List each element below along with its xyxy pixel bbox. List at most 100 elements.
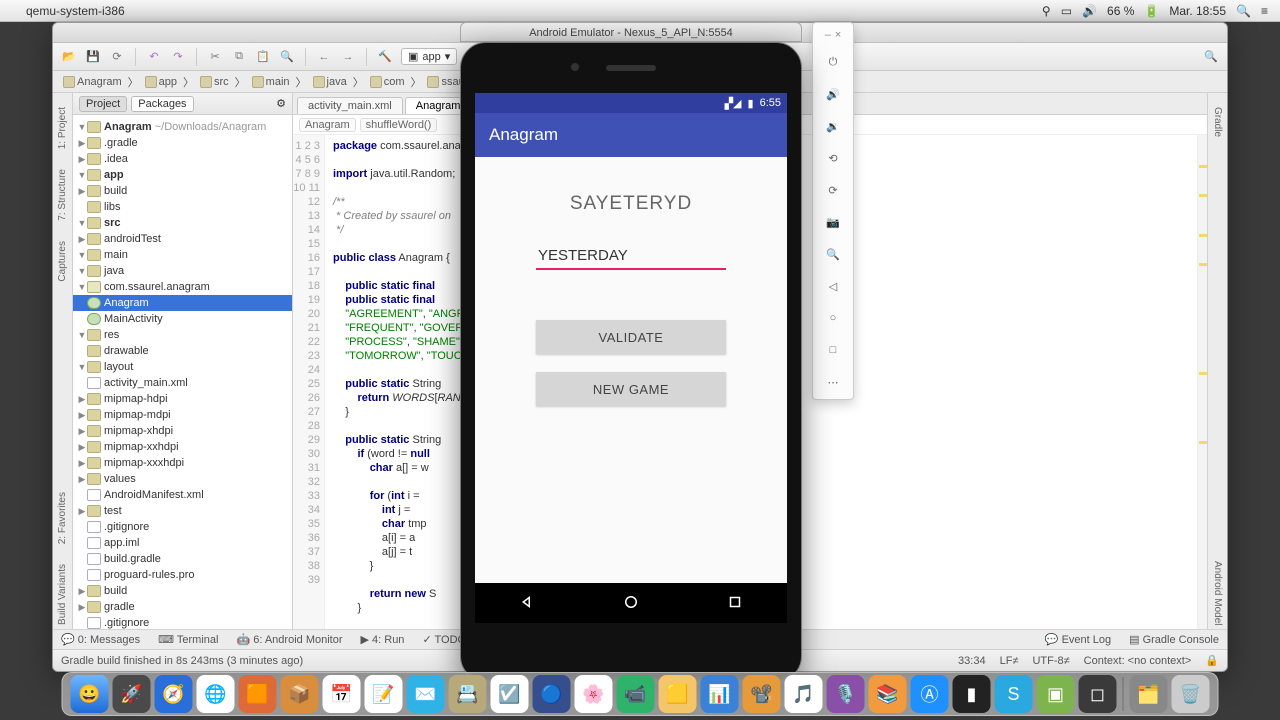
make-icon[interactable]: 🔨 [377, 49, 393, 65]
tw-run[interactable]: ▶ 4: Run [361, 633, 405, 646]
crumb-4[interactable]: java [309, 76, 351, 88]
undo-icon[interactable]: ↶ [146, 49, 162, 65]
save-icon[interactable]: 💾 [85, 49, 101, 65]
dock-calendar[interactable]: 📅 [323, 675, 361, 713]
emu-rotate-left-icon[interactable]: ⟲ [822, 147, 844, 169]
gutter-project[interactable]: 1: Project [55, 103, 70, 153]
emu-close-icon[interactable]: × [835, 29, 841, 41]
dock-photos[interactable]: 🌸 [575, 675, 613, 713]
newgame-button[interactable]: NEW GAME [536, 372, 726, 406]
dock-skype[interactable]: S [995, 675, 1033, 713]
answer-input[interactable] [536, 243, 726, 270]
dock-finder[interactable]: 😀 [71, 675, 109, 713]
tw-event-log[interactable]: 💬 Event Log [1045, 633, 1111, 646]
dock-androidstudio[interactable]: ▣ [1037, 675, 1075, 713]
dock-appstore[interactable]: Ⓐ [911, 675, 949, 713]
battery-icon[interactable]: 🔋 [1144, 4, 1159, 18]
gutter-favorites[interactable]: 2: Favorites [55, 488, 70, 548]
emu-home-icon[interactable]: ○ [822, 307, 844, 329]
dock-chrome[interactable]: 🌐 [197, 675, 235, 713]
paste-icon[interactable]: 📋 [255, 49, 271, 65]
copy-icon[interactable]: ⧉ [231, 49, 247, 65]
emulator-titlebar[interactable]: Android Emulator - Nexus_5_API_N:5554 [460, 22, 802, 42]
spotlight-icon[interactable]: 🔍 [1236, 4, 1251, 18]
find-icon[interactable]: 🔍 [279, 49, 295, 65]
nav-recent-icon[interactable] [726, 593, 744, 614]
crumb-5[interactable]: com [366, 76, 409, 88]
status-encoding[interactable]: UTF-8≠ [1032, 655, 1069, 667]
dock-keynote[interactable]: 📽️ [743, 675, 781, 713]
dock-app1[interactable]: 🟧 [239, 675, 277, 713]
emu-overview-icon[interactable]: □ [822, 339, 844, 361]
run-config-selector[interactable]: ▣ app ▾ [401, 48, 457, 65]
emu-minimize-icon[interactable]: – [825, 29, 831, 41]
sync-icon[interactable]: ⟳ [109, 49, 125, 65]
gutter-gradle[interactable]: Gradle [1210, 103, 1225, 141]
dock-numbers[interactable]: 📊 [701, 675, 739, 713]
phone-screen[interactable]: ▞◢ ▮ 6:55 Anagram SAYETERYD VALIDATE NEW… [475, 93, 787, 623]
dock-app5[interactable]: ◻ [1079, 675, 1117, 713]
crumb-2[interactable]: src [196, 76, 233, 88]
nav-home-icon[interactable] [622, 593, 640, 614]
menubar-clock[interactable]: Mar. 18:55 [1169, 4, 1226, 18]
cut-icon[interactable]: ✂ [207, 49, 223, 65]
emu-camera-icon[interactable]: 📷 [822, 211, 844, 233]
emu-back-icon[interactable]: ◁ [822, 275, 844, 297]
dock-notes[interactable]: 📝 [365, 675, 403, 713]
status-caret[interactable]: 33:34 [958, 655, 986, 667]
dock-itunes[interactable]: 🎵 [785, 675, 823, 713]
editor-tab-activity[interactable]: activity_main.xml [297, 97, 403, 114]
tw-gradle-console[interactable]: ▤ Gradle Console [1129, 633, 1219, 646]
project-tab-project[interactable]: Project [79, 96, 127, 112]
tw-monitor[interactable]: 🤖 6: Android Monitor [236, 633, 342, 646]
editor-crumb-method[interactable]: shuffleWord() [360, 118, 438, 132]
dock-app2[interactable]: 📦 [281, 675, 319, 713]
notification-icon[interactable]: ≡ [1261, 4, 1268, 18]
tw-messages[interactable]: 💬 0: Messages [61, 633, 140, 646]
gutter-build-variants[interactable]: Build Variants [55, 560, 70, 629]
nav-back-icon[interactable] [518, 593, 536, 614]
dock-reminders[interactable]: ☑️ [491, 675, 529, 713]
dock-launchpad[interactable]: 🚀 [113, 675, 151, 713]
dock-facetime[interactable]: 📹 [617, 675, 655, 713]
emu-power-icon[interactable]: ⏻ [822, 51, 844, 73]
dock-podcast[interactable]: 🎙️ [827, 675, 865, 713]
status-linesep[interactable]: LF≠ [1000, 655, 1019, 667]
dock-stack[interactable]: 🗂️ [1130, 675, 1168, 713]
editor-crumb-class[interactable]: Anagram [299, 118, 356, 132]
status-lock-icon[interactable]: 🔒 [1205, 654, 1219, 667]
airplay-icon[interactable]: ▭ [1061, 4, 1072, 18]
dock-trash[interactable]: 🗑️ [1172, 675, 1210, 713]
project-tree[interactable]: ▼Anagram ~/Downloads/Anagram ▶.gradle ▶.… [73, 115, 292, 629]
emu-more-icon[interactable]: ⋯ [822, 371, 844, 393]
dock-contacts[interactable]: 📇 [449, 675, 487, 713]
gutter-structure[interactable]: 7: Structure [55, 165, 70, 225]
status-context[interactable]: Context: <no context> [1084, 655, 1192, 667]
open-icon[interactable]: 📂 [61, 49, 77, 65]
wifi-icon[interactable]: ⚲ [1042, 4, 1051, 18]
redo-icon[interactable]: ↷ [170, 49, 186, 65]
emu-zoom-icon[interactable]: 🔍 [822, 243, 844, 265]
emu-rotate-right-icon[interactable]: ⟳ [822, 179, 844, 201]
tw-terminal[interactable]: ⌨ Terminal [158, 633, 218, 646]
marker-strip[interactable] [1197, 135, 1207, 629]
dock-ibooks[interactable]: 📚 [869, 675, 907, 713]
dock-app4[interactable]: 🟨 [659, 675, 697, 713]
dock-terminal[interactable]: ▮ [953, 675, 991, 713]
crumb-1[interactable]: app [141, 76, 181, 88]
emu-voldown-icon[interactable]: 🔉 [822, 115, 844, 137]
emu-volup-icon[interactable]: 🔊 [822, 83, 844, 105]
dock-app3[interactable]: 🔵 [533, 675, 571, 713]
crumb-3[interactable]: main [248, 76, 294, 88]
dock-mail[interactable]: ✉️ [407, 675, 445, 713]
forward-icon[interactable]: → [340, 49, 356, 65]
volume-icon[interactable]: 🔊 [1082, 4, 1097, 18]
gutter-captures[interactable]: Captures [55, 237, 70, 286]
menubar-app-name[interactable]: qemu-system-i386 [26, 4, 125, 18]
validate-button[interactable]: VALIDATE [536, 320, 726, 354]
panel-gear-icon[interactable]: ⚙ [276, 97, 286, 110]
crumb-0[interactable]: Anagram [59, 76, 126, 88]
project-tab-packages[interactable]: Packages [131, 96, 193, 112]
back-icon[interactable]: ← [316, 49, 332, 65]
gutter-android-model[interactable]: Android Model [1210, 557, 1225, 629]
